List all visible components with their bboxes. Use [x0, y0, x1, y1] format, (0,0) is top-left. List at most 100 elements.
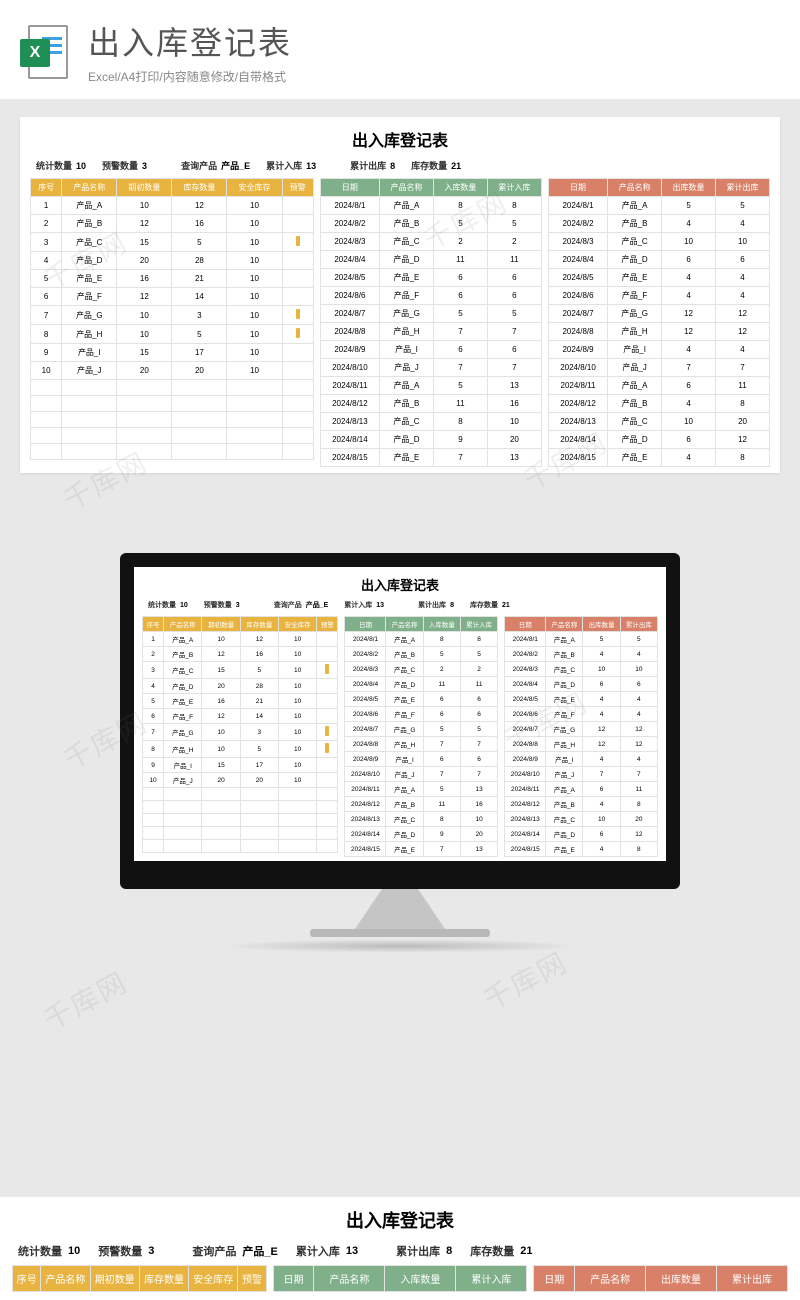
table-cell: 2024/8/15 — [345, 842, 386, 857]
table-cell: 10 — [227, 252, 282, 270]
table-cell — [202, 840, 240, 853]
summary-row: 统计数量10预警数量3查询产品产品_E累计入库13累计出库8库存数量21 — [30, 159, 770, 172]
table-cell — [31, 444, 62, 460]
summary-label: 统计数量 — [18, 1243, 62, 1259]
inbound-table-header: 产品名称 — [380, 179, 434, 197]
table-cell: 6 — [620, 677, 657, 692]
summary-row: 统计数量10预警数量3查询产品产品_E累计入库13累计出库8库存数量21 — [142, 600, 658, 610]
table-cell: 3 — [240, 724, 278, 741]
table-cell: 5 — [423, 782, 460, 797]
table-cell: 4 — [143, 679, 164, 694]
table-cell: 10 — [227, 306, 282, 325]
table-cell: 10 — [279, 741, 317, 758]
table-cell — [143, 840, 164, 853]
table-row: 2024/8/1产品_A55 — [548, 197, 769, 215]
inventory-table-header: 产品名称 — [41, 1266, 90, 1292]
table-cell: 产品_A — [62, 197, 117, 215]
summary-label: 查询产品 — [274, 600, 302, 610]
table-cell — [202, 827, 240, 840]
table-cell: 6 — [423, 752, 460, 767]
table-row: 2024/8/13产品_C1020 — [505, 812, 658, 827]
page-title: 出入库登记表 — [88, 18, 780, 64]
summary-value: 21 — [502, 602, 510, 609]
table-row: 2024/8/6产品_F44 — [548, 287, 769, 305]
table-cell: 6 — [662, 377, 716, 395]
table-cell: 2024/8/15 — [320, 449, 379, 467]
table-cell — [117, 444, 172, 460]
table-row: 2024/8/14产品_D612 — [548, 431, 769, 449]
table-cell — [282, 344, 313, 362]
table-row: 2024/8/6产品_F66 — [320, 287, 541, 305]
table-cell — [317, 773, 338, 788]
table-cell: 产品_I — [386, 752, 423, 767]
table-cell: 10 — [620, 662, 657, 677]
table-cell: 产品_G — [608, 305, 662, 323]
table-cell: 10 — [279, 724, 317, 741]
table-cell: 产品_B — [386, 647, 423, 662]
table-cell: 4 — [662, 287, 716, 305]
sheet-title: 出入库登记表 — [12, 1207, 788, 1233]
table-cell: 2024/8/12 — [505, 797, 546, 812]
table-cell: 5 — [172, 325, 227, 344]
table-cell: 产品_A — [164, 632, 202, 647]
table-cell: 5 — [487, 215, 541, 233]
table-cell: 产品_A — [546, 632, 583, 647]
table-cell: 11 — [487, 251, 541, 269]
table-cell: 9 — [31, 344, 62, 362]
table-cell: 产品_D — [164, 679, 202, 694]
table-cell: 产品_A — [386, 632, 423, 647]
table-row: 2024/8/6产品_F66 — [345, 707, 498, 722]
table-cell: 产品_J — [164, 773, 202, 788]
table-cell: 20 — [117, 362, 172, 380]
table-cell: 2024/8/7 — [320, 305, 379, 323]
table-cell: 4 — [716, 287, 770, 305]
table-cell: 2024/8/5 — [320, 269, 379, 287]
table-cell: 2024/8/5 — [548, 269, 607, 287]
table-row: 8产品_H10510 — [31, 325, 314, 344]
table-cell: 产品_D — [546, 677, 583, 692]
table-cell — [227, 380, 282, 396]
table-cell: 产品_A — [608, 197, 662, 215]
table-cell: 16 — [460, 797, 497, 812]
table-cell: 8 — [487, 197, 541, 215]
table-cell: 2024/8/1 — [505, 632, 546, 647]
table-cell: 产品_H — [62, 325, 117, 344]
summary-value: 3 — [236, 602, 240, 609]
table-cell: 产品_I — [62, 344, 117, 362]
table-cell: 产品_B — [380, 215, 434, 233]
table-cell: 15 — [202, 758, 240, 773]
table-row: 2024/8/11产品_A513 — [320, 377, 541, 395]
table-cell: 产品_E — [386, 692, 423, 707]
table-cell: 20 — [716, 413, 770, 431]
table-cell: 10 — [460, 812, 497, 827]
table-cell: 产品_D — [380, 251, 434, 269]
outbound-table-header: 日期 — [534, 1266, 575, 1292]
table-cell: 产品_B — [164, 647, 202, 662]
table-row: 2024/8/10产品_J77 — [548, 359, 769, 377]
summary-label: 查询产品 — [181, 159, 217, 172]
inventory-table: 序号产品名称期初数量库存数量安全库存预警1产品_A1012102产品_B1216… — [142, 616, 338, 853]
summary-label: 预警数量 — [98, 1243, 142, 1259]
table-cell: 8 — [143, 741, 164, 758]
table-cell: 4 — [716, 215, 770, 233]
table-cell — [62, 444, 117, 460]
table-cell — [227, 428, 282, 444]
table-cell — [227, 396, 282, 412]
table-row: 2024/8/12产品_B1116 — [345, 797, 498, 812]
monitor-mockup: 出入库登记表统计数量10预警数量3查询产品产品_E累计入库13累计出库8库存数量… — [0, 553, 800, 953]
table-cell: 2024/8/6 — [320, 287, 379, 305]
table-row: 2024/8/2产品_B55 — [345, 647, 498, 662]
table-cell: 2024/8/6 — [345, 707, 386, 722]
table-cell: 2024/8/5 — [345, 692, 386, 707]
table-cell — [227, 412, 282, 428]
table-cell — [282, 325, 313, 344]
table-row: 2024/8/12产品_B48 — [548, 395, 769, 413]
table-cell: 5 — [583, 632, 620, 647]
table-cell: 7 — [423, 842, 460, 857]
table-cell: 2024/8/5 — [505, 692, 546, 707]
table-row: 10产品_J202010 — [143, 773, 338, 788]
table-cell: 17 — [172, 344, 227, 362]
table-cell: 1 — [31, 197, 62, 215]
table-cell: 10 — [143, 773, 164, 788]
table-cell: 2024/8/10 — [320, 359, 379, 377]
